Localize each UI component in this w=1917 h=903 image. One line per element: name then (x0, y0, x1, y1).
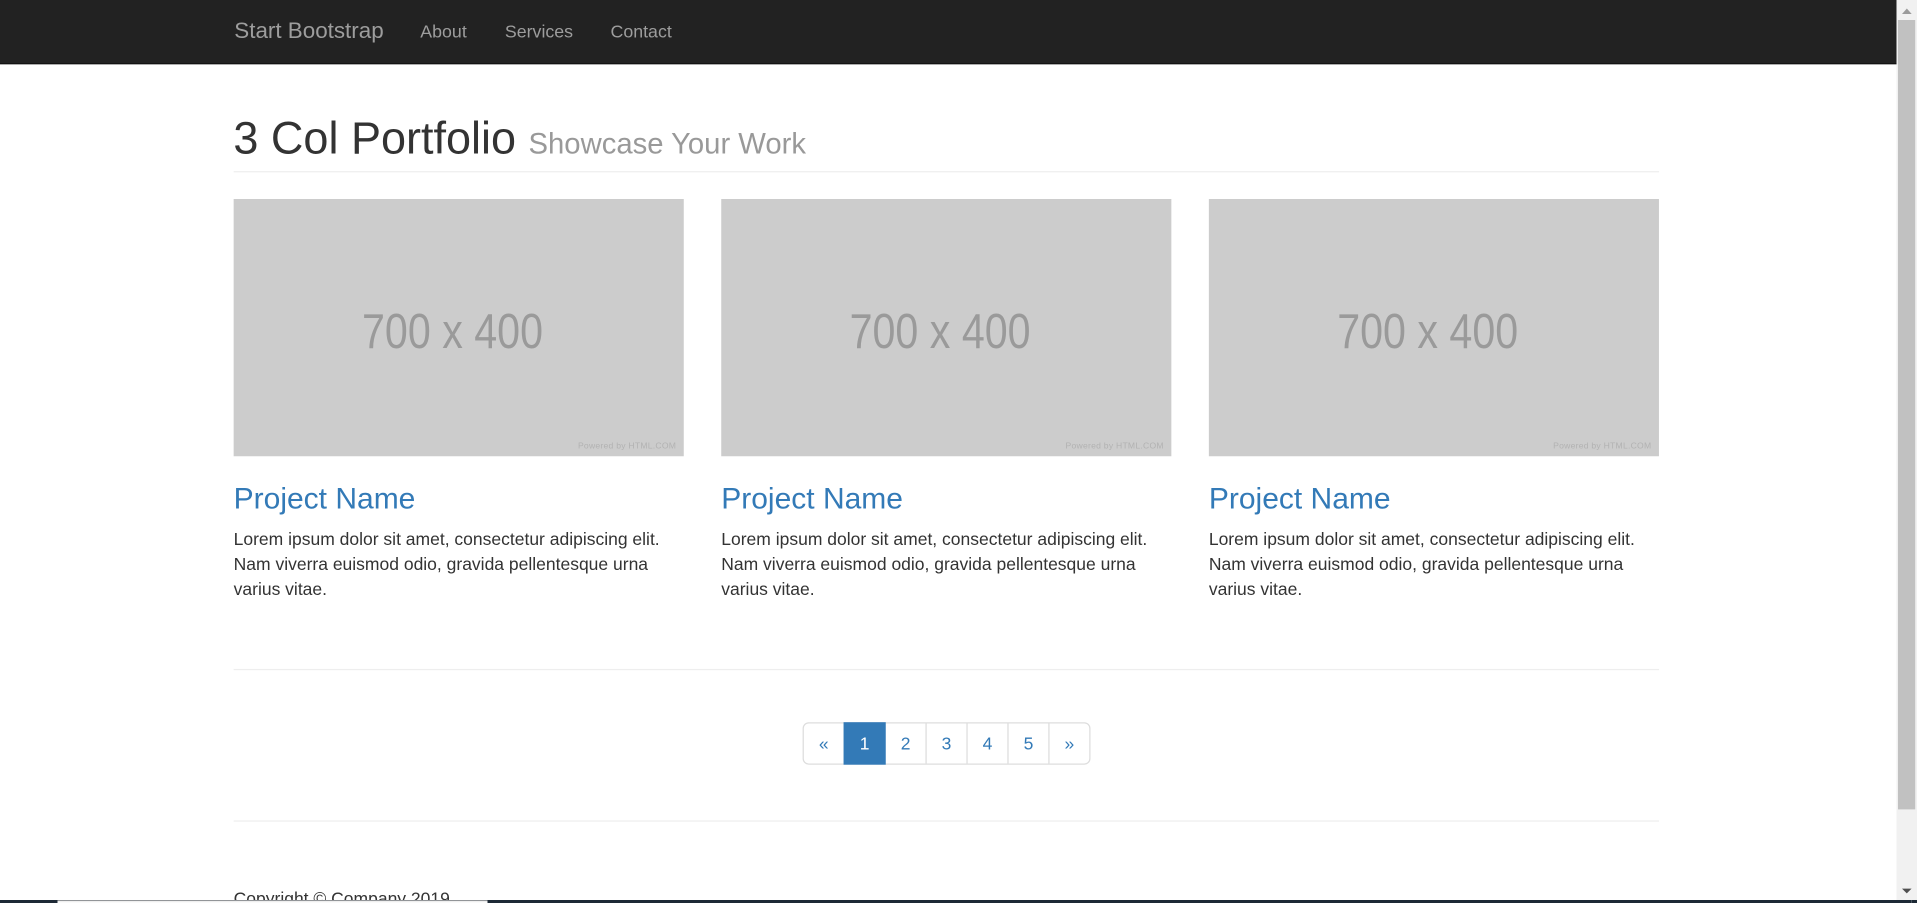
svg-text:2: 2 (901, 733, 911, 753)
svg-text:varius vitae.: varius vitae. (234, 579, 327, 599)
svg-text:700 x 400: 700 x 400 (362, 304, 543, 359)
svg-text:5: 5 (1024, 733, 1034, 753)
svg-text:Project Name: Project Name (234, 483, 416, 516)
svg-text:Project Name: Project Name (721, 483, 903, 516)
svg-text:Services: Services (505, 22, 573, 42)
svg-text:Powered by HTML.COM: Powered by HTML.COM (1553, 441, 1651, 451)
svg-text:Start Bootstrap: Start Bootstrap (234, 18, 383, 43)
svg-text:Contact: Contact (611, 22, 672, 42)
svg-text:Lorem ipsum dolor sit amet, co: Lorem ipsum dolor sit amet, consectetur … (721, 529, 1147, 549)
svg-text:Powered by HTML.COM: Powered by HTML.COM (578, 441, 676, 451)
svg-text:varius vitae.: varius vitae. (721, 579, 814, 599)
svg-text:»: » (1065, 733, 1075, 753)
svg-text:700 x 400: 700 x 400 (850, 304, 1031, 359)
svg-text:Nam viverra euismod odio, grav: Nam viverra euismod odio, gravida pellen… (1209, 554, 1624, 574)
svg-text:3: 3 (942, 733, 952, 753)
svg-text:varius vitae.: varius vitae. (1209, 579, 1302, 599)
svg-text:Lorem ipsum dolor sit amet, co: Lorem ipsum dolor sit amet, consectetur … (1209, 529, 1635, 549)
svg-text:Project Name: Project Name (1209, 483, 1391, 516)
svg-text:Lorem ipsum dolor sit amet, co: Lorem ipsum dolor sit amet, consectetur … (234, 529, 660, 549)
svg-text:Powered by HTML.COM: Powered by HTML.COM (1066, 441, 1164, 451)
svg-text:Nam viverra euismod odio, grav: Nam viverra euismod odio, gravida pellen… (721, 554, 1136, 574)
svg-text:About: About (420, 22, 467, 42)
svg-text:700 x 400: 700 x 400 (1337, 304, 1518, 359)
svg-text:«: « (819, 733, 829, 753)
svg-text:1: 1 (860, 733, 870, 753)
svg-text:4: 4 (983, 733, 993, 753)
svg-text:Nam viverra euismod odio, grav: Nam viverra euismod odio, gravida pellen… (234, 554, 649, 574)
